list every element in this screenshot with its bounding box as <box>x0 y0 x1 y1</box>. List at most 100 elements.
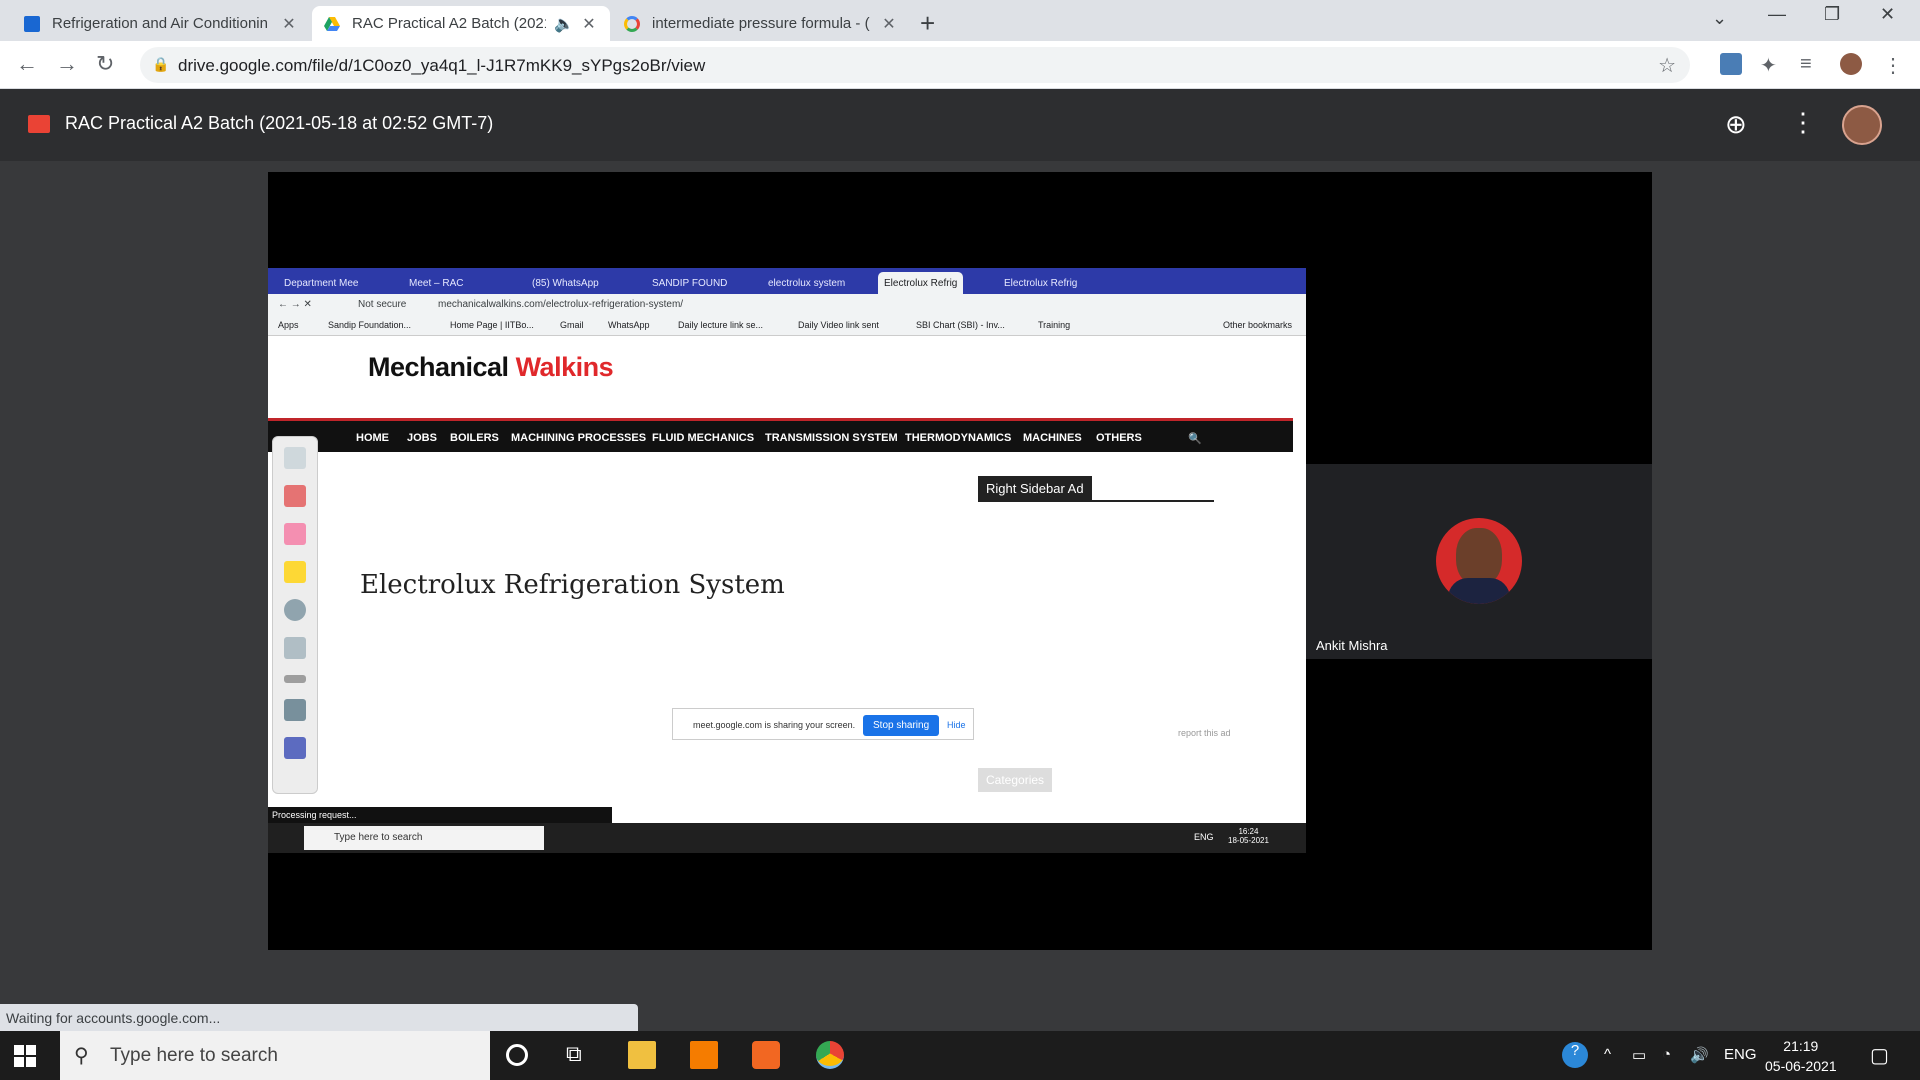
reload-icon[interactable]: ↻ <box>96 51 114 77</box>
tab-classroom[interactable]: Refrigeration and Air Conditionin ✕ <box>12 6 310 41</box>
participant-shirt <box>1448 578 1510 604</box>
address-bar[interactable]: 🔒 drive.google.com/file/d/1C0oz0_ya4q1_l… <box>140 47 1690 83</box>
pointer-icon <box>284 599 306 621</box>
brush-icon <box>284 637 306 659</box>
sublime-text-icon[interactable] <box>690 1041 718 1069</box>
windows-taskbar: ⚲ Type here to search ⧉ ? ^ ▭ ◔ 🔊 ENG 21… <box>0 1031 1920 1080</box>
restore-icon[interactable]: ❐ <box>1824 4 1840 25</box>
site-nav: HOME JOBS BOILERS MACHINING PROCESSES FL… <box>268 418 1293 452</box>
shared-tab: Meet – RAC <box>409 277 464 289</box>
back-icon[interactable]: ← <box>16 51 38 77</box>
profile-avatar[interactable] <box>1840 53 1862 75</box>
cortana-icon[interactable] <box>506 1044 528 1066</box>
forward-icon[interactable]: → <box>56 51 78 77</box>
browser-tab-strip: Refrigeration and Air Conditionin ✕ RAC … <box>0 0 1920 41</box>
xampp-icon[interactable] <box>752 1041 780 1069</box>
close-icon[interactable]: ✕ <box>880 14 898 34</box>
logo-text: Mechanical <box>368 352 509 382</box>
site-header: Mechanical Walkins <box>268 336 1293 406</box>
pen-icon <box>284 485 306 507</box>
categories-heading: Categories <box>978 768 1053 792</box>
bookmark-item: Training <box>1038 320 1071 330</box>
search-icon: 🔍 <box>1188 433 1202 445</box>
network-icon[interactable]: ◔ <box>1662 1046 1671 1063</box>
media-control-icon[interactable]: ≡ <box>1800 53 1822 75</box>
clock-date: 05-06-2021 <box>1765 1058 1837 1074</box>
logo-text-red: Walkins <box>515 352 614 382</box>
search-icon: ⚲ <box>74 1045 89 1067</box>
annotation-toolbar <box>272 436 318 794</box>
windows-start-icon[interactable] <box>14 1045 36 1067</box>
taskbar-clock[interactable]: 21:19 05-06-2021 <box>1765 1036 1837 1076</box>
notifications-icon[interactable]: ▢ <box>1870 1043 1889 1068</box>
shared-tab: Department Mee <box>284 277 359 289</box>
shared-status: Processing request... <box>268 807 612 823</box>
google-icon <box>624 15 640 32</box>
tab-search-icon[interactable]: ⌄ <box>1712 8 1727 29</box>
taskbar-search-box[interactable]: ⚲ Type here to search <box>60 1031 490 1080</box>
lock-icon[interactable]: 🔒 <box>152 56 169 73</box>
bookmark-item: Daily lecture link se... <box>678 320 764 330</box>
shared-time: 16:24 <box>1238 827 1259 836</box>
report-ad-link: report this ad <box>1178 728 1231 738</box>
shared-screen: Department Mee Meet – RAC (85) WhatsApp … <box>268 268 1306 853</box>
shared-taskbar-search: Type here to search <box>304 826 544 850</box>
tab-drive-video[interactable]: RAC Practical A2 Batch (2021 🔈 ✕ <box>312 6 610 41</box>
shared-tab: SANDIP FOUND <box>652 277 728 289</box>
bookmark-item: Other bookmarks <box>1223 320 1293 330</box>
bookmark-item: Daily Video link sent <box>798 320 879 330</box>
extension-icon[interactable] <box>1720 53 1742 75</box>
add-to-drive-icon[interactable]: ⊕ <box>1725 109 1747 140</box>
screen-icon <box>284 699 306 721</box>
tab-google-search[interactable]: intermediate pressure formula - ( ✕ <box>612 6 910 41</box>
url-text[interactable]: drive.google.com/file/d/1C0oz0_ya4q1_l-J… <box>178 56 705 76</box>
puzzle-icon[interactable]: ✦ <box>1760 53 1782 77</box>
participant-avatar <box>1436 518 1522 604</box>
shared-bookmarks-bar: Apps Sandip Foundation... Home Page | II… <box>268 316 1306 336</box>
browser-status-bubble: Waiting for accounts.google.com... <box>0 1004 638 1031</box>
shared-url: mechanicalwalkins.com/electrolux-refrige… <box>438 299 684 310</box>
account-avatar[interactable] <box>1842 105 1882 145</box>
tray-chevron-icon[interactable]: ^ <box>1604 1046 1611 1063</box>
window-close-icon[interactable]: ✕ <box>1880 4 1895 25</box>
bookmark-item: Apps <box>278 320 299 330</box>
file-explorer-icon[interactable] <box>628 1041 656 1069</box>
hide-button: Hide <box>947 720 966 730</box>
close-icon[interactable]: ✕ <box>280 14 298 34</box>
language-indicator[interactable]: ENG <box>1724 1046 1757 1063</box>
nav-item: THERMODYNAMICS <box>905 432 1012 444</box>
clock-time: 21:19 <box>1783 1038 1819 1054</box>
nav-item: BOILERS <box>450 432 499 444</box>
shared-tab-strip: Department Mee Meet – RAC (85) WhatsApp … <box>268 268 1306 294</box>
shared-date: 18-05-2021 <box>1228 836 1269 845</box>
file-title: RAC Practical A2 Batch (2021-05-18 at 02… <box>65 113 494 133</box>
screen-sharing-bar: meet.google.com is sharing your screen. … <box>672 708 974 740</box>
bookmark-star-icon[interactable]: ☆ <box>1658 53 1676 78</box>
participant-tile: Ankit Mishra <box>1306 464 1652 659</box>
sidebar-ad-label: Right Sidebar Ad <box>978 476 1092 501</box>
menu-icon[interactable]: ⋮ <box>1882 53 1904 77</box>
battery-icon[interactable]: ▭ <box>1632 1046 1646 1064</box>
more-options-icon[interactable]: ⋮ <box>1790 107 1816 138</box>
bookmark-item: SBI Chart (SBI) - Inv... <box>916 320 1005 330</box>
bookmark-item: Home Page | IITBo... <box>450 320 534 330</box>
speaker-icon[interactable]: 🔈 <box>554 14 574 34</box>
new-tab-plus-icon[interactable]: + <box>920 8 935 39</box>
screenshot-icon <box>284 737 306 759</box>
help-icon[interactable]: ? <box>1562 1042 1588 1068</box>
shared-lang: ENG <box>1194 832 1214 842</box>
sidebar-ad-divider <box>978 500 1214 502</box>
shared-tab: (85) WhatsApp <box>532 277 599 289</box>
nav-item: MACHINES <box>1023 432 1082 444</box>
minimize-icon[interactable]: — <box>1768 4 1786 25</box>
task-view-icon[interactable]: ⧉ <box>566 1041 594 1069</box>
chrome-icon[interactable] <box>816 1041 844 1069</box>
volume-icon[interactable]: 🔊 <box>1690 1046 1709 1064</box>
whiteboard-icon <box>284 447 306 469</box>
nav-item: FLUID MECHANICS <box>652 432 755 444</box>
eraser-icon <box>284 523 306 545</box>
site-logo: Mechanical Walkins <box>368 352 614 383</box>
close-icon[interactable]: ✕ <box>580 14 598 34</box>
classroom-icon <box>24 15 40 32</box>
shared-clock: 16:24 18-05-2021 <box>1228 827 1269 845</box>
